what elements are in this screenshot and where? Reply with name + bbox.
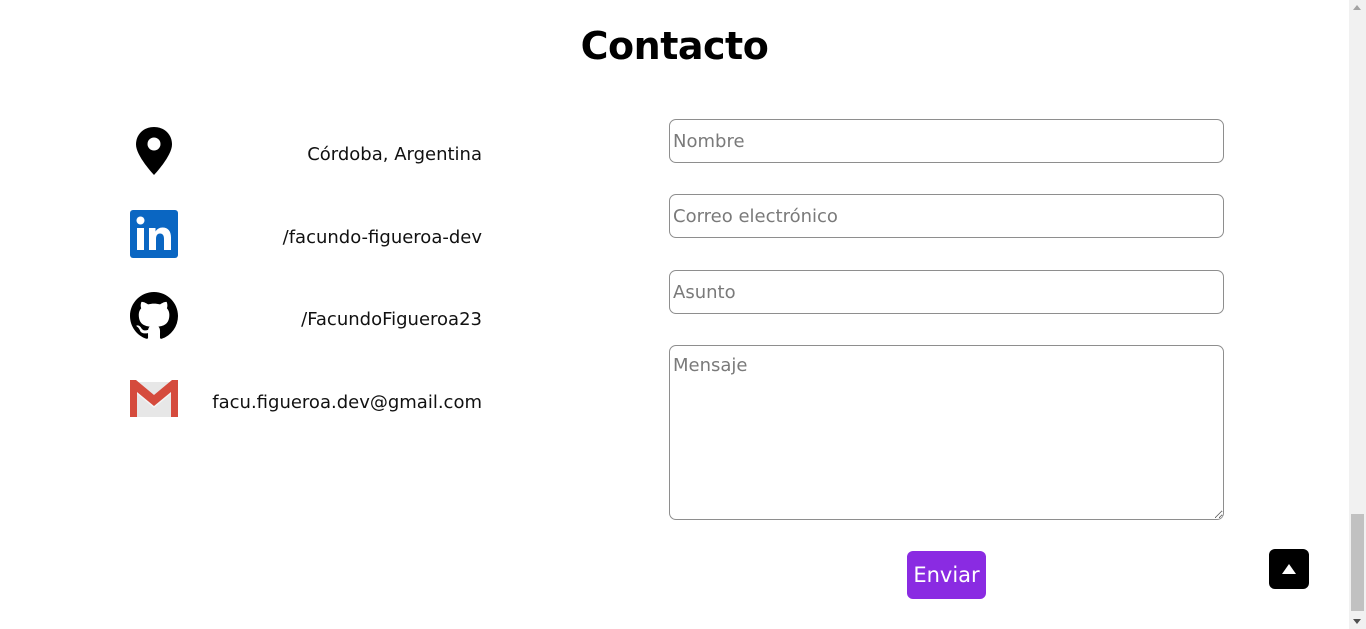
contact-item-linkedin[interactable]: /facundo-figueroa-dev [130,210,482,260]
gmail-icon[interactable] [130,380,178,430]
message-textarea[interactable] [669,345,1224,520]
linkedin-link[interactable]: /facundo-figueroa-dev [283,227,482,248]
arrow-up-icon [1269,564,1309,574]
contact-item-github[interactable]: /FacundoFigueroa23 [130,292,482,342]
page-scrollbar[interactable] [1349,0,1366,629]
contact-page: Contacto Córdoba, Argentina /facundo-fig… [0,0,1349,629]
subject-input[interactable] [669,270,1224,314]
github-link[interactable]: /FacundoFigueroa23 [301,309,482,330]
page-title: Contacto [580,24,769,68]
linkedin-icon[interactable] [130,210,178,260]
location-pin-icon [130,127,178,177]
scroll-down-arrow-icon[interactable] [1353,619,1361,624]
email-link[interactable]: facu.figueroa.dev@gmail.com [212,392,482,413]
send-button[interactable]: Enviar [907,551,986,599]
github-icon[interactable] [130,292,178,342]
contact-item-email[interactable]: facu.figueroa.dev@gmail.com [130,380,482,430]
email-input[interactable] [669,194,1224,238]
name-input[interactable] [669,119,1224,163]
back-to-top-button[interactable] [1269,549,1309,589]
contact-item-location: Córdoba, Argentina [130,127,482,177]
scroll-up-arrow-icon[interactable] [1353,5,1361,10]
location-text: Córdoba, Argentina [307,144,482,165]
scrollbar-thumb[interactable] [1351,514,1364,611]
